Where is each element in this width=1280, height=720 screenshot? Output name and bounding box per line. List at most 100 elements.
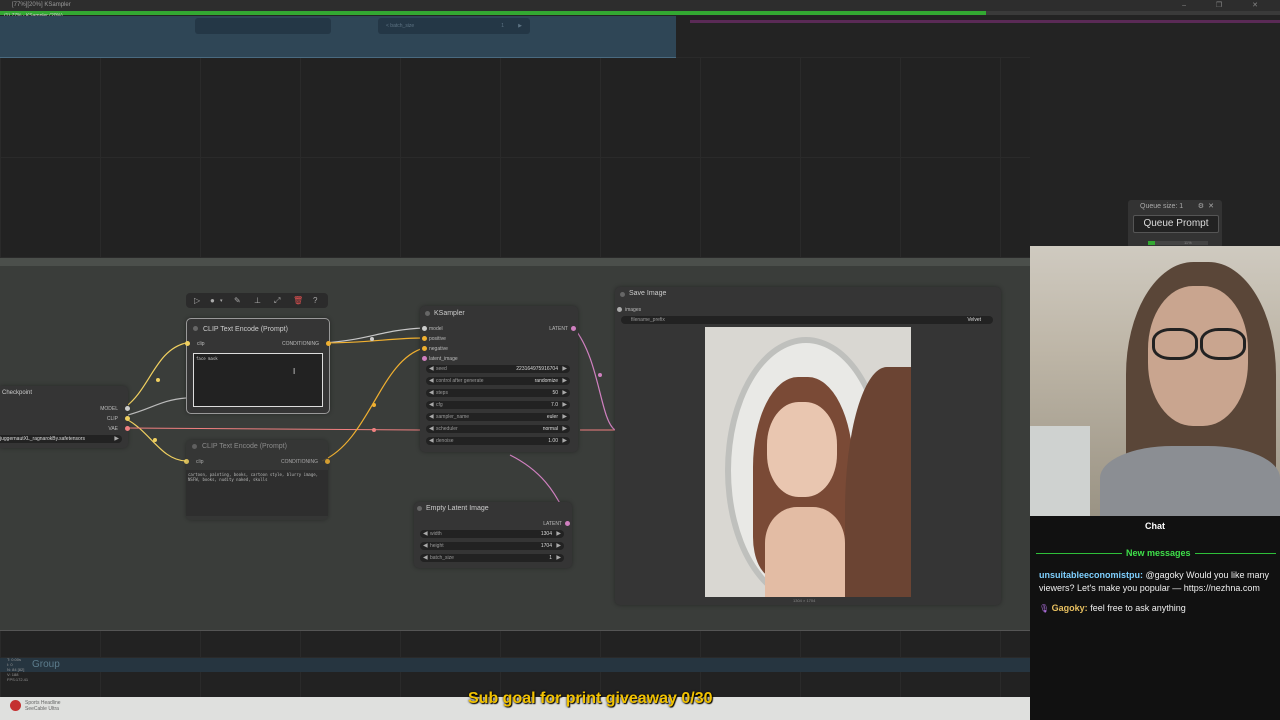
group-label[interactable]: Group bbox=[32, 659, 60, 670]
chat-username[interactable]: unsuitableeconomistpu: bbox=[1039, 570, 1143, 580]
close-icon[interactable]: ✕ bbox=[1208, 202, 1214, 210]
prompt-textarea[interactable]: cartoon, painting, books, cartoon style,… bbox=[186, 470, 328, 516]
arrow-right-icon[interactable]: ▶ bbox=[556, 554, 561, 561]
sampler-name-widget[interactable]: ◀ sampler_name euler ▶ bbox=[426, 413, 570, 421]
control-after-generate-widget[interactable]: ◀ control after generate randomize ▶ bbox=[426, 377, 570, 385]
widget-name: denoise bbox=[436, 438, 454, 444]
widget-name: height bbox=[430, 543, 444, 549]
scheduler-widget[interactable]: ◀ scheduler normal ▶ bbox=[426, 425, 570, 433]
chat-username[interactable]: Gagoky: bbox=[1052, 603, 1088, 613]
arrow-right-icon[interactable]: ▶ bbox=[114, 435, 119, 442]
widget-name: width bbox=[430, 531, 442, 537]
arrow-right-icon[interactable]: ▶ bbox=[556, 542, 561, 549]
collapse-dot[interactable] bbox=[193, 326, 198, 331]
cfg-widget[interactable]: ◀ cfg 7.0 ▶ bbox=[426, 401, 570, 409]
news-line: SeeCable Ultra bbox=[25, 706, 59, 712]
checkpoint-loader-node[interactable]: Checkpoint MODEL CLIP VAE juggernautXL_r… bbox=[0, 386, 130, 448]
ksampler-node[interactable]: KSampler model positive negative latent_… bbox=[420, 306, 578, 452]
bed-shape bbox=[1030, 426, 1090, 516]
window-controls[interactable]: – ❐ ✕ bbox=[1182, 1, 1272, 9]
gpu-percent: 11% bbox=[1184, 240, 1192, 245]
queue-prompt-button[interactable]: Queue Prompt bbox=[1133, 215, 1219, 233]
node-title: KSampler bbox=[434, 310, 465, 317]
empty-latent-image-node[interactable]: Empty Latent Image LATENT ◀ width 1304 ▶ ◀ h… bbox=[414, 502, 572, 568]
latent-input-slot[interactable] bbox=[422, 356, 427, 361]
chat-text: feel free to ask anything bbox=[1087, 603, 1186, 613]
arrow-right-icon[interactable]: ▶ bbox=[562, 377, 567, 384]
widget-name: cfg bbox=[436, 402, 443, 408]
arrow-right-icon[interactable]: ▶ bbox=[556, 530, 561, 537]
play-icon[interactable]: ▷ bbox=[194, 296, 200, 305]
link-latent-out bbox=[573, 327, 616, 431]
conditioning-output-label: CONDITIONING bbox=[282, 341, 319, 347]
negative-input-slot[interactable] bbox=[422, 346, 427, 351]
clip-text-encode-positive-node[interactable]: CLIP Text Encode (Prompt) clip CONDITION… bbox=[185, 318, 331, 414]
sub-goal-overlay: Sub goal for print giveaway 0/30 bbox=[468, 690, 713, 707]
positive-input-slot[interactable] bbox=[422, 336, 427, 341]
arrow-left-icon[interactable]: ◀ bbox=[423, 530, 428, 537]
arrow-left-icon[interactable]: ◀ bbox=[429, 389, 434, 396]
widget-name: batch_size bbox=[430, 555, 454, 561]
steps-widget[interactable]: ◀ steps 50 ▶ bbox=[426, 389, 570, 397]
arrow-left-icon[interactable]: ◀ bbox=[429, 401, 434, 408]
model-output-slot[interactable] bbox=[125, 406, 130, 411]
delete-icon[interactable]: 🗑 bbox=[293, 296, 303, 305]
bookmark-icon[interactable]: ⊥ bbox=[254, 296, 261, 305]
collapse-dot[interactable] bbox=[425, 311, 430, 316]
images-input-slot[interactable] bbox=[617, 307, 622, 312]
collapse-dot[interactable] bbox=[417, 506, 422, 511]
widget-value: 1.00 bbox=[548, 438, 558, 444]
model-input-slot[interactable] bbox=[422, 326, 427, 331]
gear-icon[interactable]: ⚙ bbox=[1198, 202, 1204, 210]
pin-tool-icon[interactable]: ✎ bbox=[234, 296, 241, 305]
height-widget[interactable]: ◀ height 1704 ▶ bbox=[420, 542, 564, 550]
arrow-left-icon[interactable]: ◀ bbox=[429, 377, 434, 384]
filename-prefix-widget[interactable]: filename_prefix Velvet bbox=[621, 316, 993, 324]
seed-widget[interactable]: ◀ seed 223164975916704 ▶ bbox=[426, 365, 570, 373]
latent-output-slot[interactable] bbox=[565, 521, 570, 526]
widget-name: scheduler bbox=[436, 426, 458, 432]
clip-input-slot[interactable] bbox=[185, 341, 190, 346]
arrow-right-icon[interactable]: ▶ bbox=[562, 425, 567, 432]
news-logo-icon bbox=[10, 700, 21, 711]
glasses-right-icon bbox=[1200, 328, 1246, 360]
dropdown-icon[interactable]: ▾ bbox=[220, 298, 223, 304]
widget-name: control after generate bbox=[436, 378, 484, 384]
node-title: Empty Latent Image bbox=[426, 505, 489, 512]
model-output-label: MODEL bbox=[100, 406, 118, 412]
arrow-right-icon[interactable]: ▶ bbox=[562, 365, 567, 372]
denoise-widget[interactable]: ◀ denoise 1.00 ▶ bbox=[426, 437, 570, 445]
clip-output-label: CLIP bbox=[106, 416, 118, 422]
arrow-right-icon[interactable]: ▶ bbox=[562, 437, 567, 444]
width-widget[interactable]: ◀ width 1304 ▶ bbox=[420, 530, 564, 538]
arrow-left-icon[interactable]: ◀ bbox=[429, 413, 434, 420]
conditioning-output-slot[interactable] bbox=[325, 459, 330, 464]
clip-input-slot[interactable] bbox=[184, 459, 189, 464]
collapse-dot[interactable] bbox=[192, 444, 197, 449]
arrow-left-icon[interactable]: ◀ bbox=[423, 554, 428, 561]
batch-size-widget[interactable]: ◀ batch_size 1 ▶ bbox=[420, 554, 564, 562]
save-image-node[interactable]: Save Image images filename_prefix Velvet… bbox=[615, 287, 1001, 605]
arrow-left-icon[interactable]: ◀ bbox=[429, 437, 434, 444]
arrow-left-icon[interactable]: ◀ bbox=[423, 542, 428, 549]
generated-image-preview[interactable] bbox=[705, 327, 911, 597]
latent-output-slot[interactable] bbox=[571, 326, 576, 331]
vae-output-slot[interactable] bbox=[125, 426, 130, 431]
arrow-right-icon[interactable]: ▶ bbox=[562, 413, 567, 420]
arrow-left-icon[interactable]: ◀ bbox=[429, 365, 434, 372]
node-title: CLIP Text Encode (Prompt) bbox=[203, 326, 288, 333]
arrow-left-icon[interactable]: ◀ bbox=[429, 425, 434, 432]
clip-input-label: clip bbox=[196, 459, 204, 465]
ksampler-input-label: latent_image bbox=[429, 356, 458, 362]
clip-output-slot[interactable] bbox=[125, 416, 130, 421]
prompt-textarea[interactable]: face mask bbox=[193, 353, 323, 407]
record-icon[interactable]: ● bbox=[210, 296, 215, 305]
help-icon[interactable]: ? bbox=[313, 296, 317, 305]
arrow-right-icon[interactable]: ▶ bbox=[562, 401, 567, 408]
clip-text-encode-negative-node[interactable]: CLIP Text Encode (Prompt) clip CONDITION… bbox=[184, 440, 330, 520]
ckpt-name-widget[interactable]: juggernautXL_ragnarokBy.safetensors ▶ bbox=[0, 435, 122, 443]
arrow-right-icon[interactable]: ▶ bbox=[562, 389, 567, 396]
collapse-dot[interactable] bbox=[620, 292, 625, 297]
conditioning-output-slot[interactable] bbox=[326, 341, 331, 346]
expand-icon[interactable]: ⤢ bbox=[274, 296, 280, 306]
